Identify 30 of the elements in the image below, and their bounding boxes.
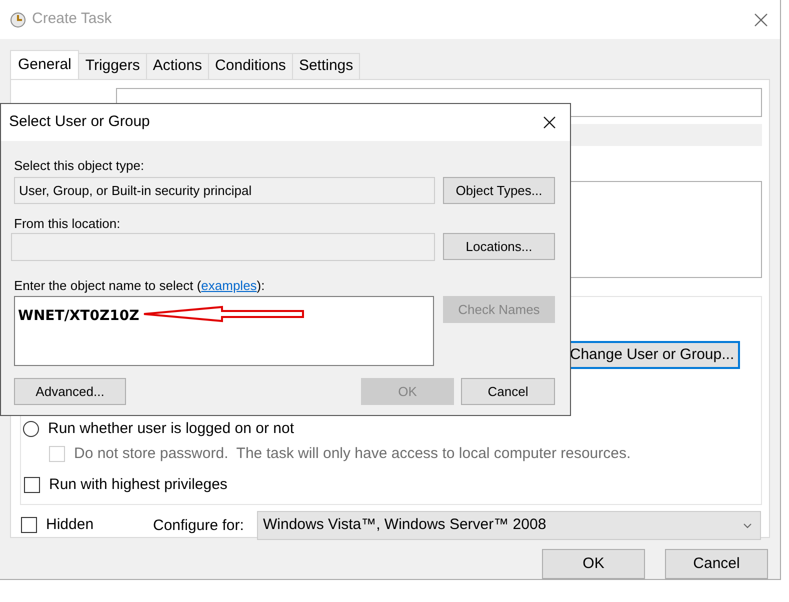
dialog-button[interactable]: Cancel [665, 549, 768, 579]
tab[interactable]: Settings [292, 53, 360, 80]
option-label: Do not store password. The task will only have access to local computer resources. [74, 444, 631, 464]
dialog-button[interactable]: Cancel [461, 378, 555, 405]
dialog-button[interactable]: Advanced... [14, 378, 126, 405]
checkbox[interactable] [21, 517, 37, 534]
field-label: Configure for: [153, 516, 244, 536]
clock-icon [10, 12, 26, 28]
field-label: Enter the object name to select (examples): [14, 276, 265, 296]
object-types-button[interactable]: Object Types... [443, 177, 555, 204]
configure-dropdown[interactable]: Windows Vista™, Windows Server™ 2008 [257, 511, 761, 540]
option-label: Run whether user is logged on or not [48, 419, 294, 440]
dialog-button[interactable]: OK [542, 549, 645, 579]
field-label: Select this object type: [14, 157, 144, 175]
locations-button[interactable]: Locations... [443, 233, 555, 260]
chevron-down-icon [743, 522, 752, 529]
close-icon[interactable] [543, 116, 556, 129]
dialog-button: OK [361, 378, 454, 405]
object-name-field[interactable]: WNET/XT0Z10Z [14, 296, 434, 366]
examples-link[interactable]: examples [201, 276, 257, 296]
tab[interactable]: General [10, 50, 80, 80]
window-title: Create Task [32, 9, 112, 30]
option-label: Run with highest privileges [49, 475, 228, 496]
dialog-title: Select User or Group [9, 112, 151, 132]
radio-button[interactable] [23, 421, 39, 438]
object-type-field: User, Group, or Built-in security principal [14, 177, 435, 204]
check-names-button: Check Names [443, 296, 555, 323]
field-label: From this location: [14, 215, 120, 233]
option-label: Hidden [46, 515, 94, 536]
checkbox[interactable] [24, 477, 40, 494]
